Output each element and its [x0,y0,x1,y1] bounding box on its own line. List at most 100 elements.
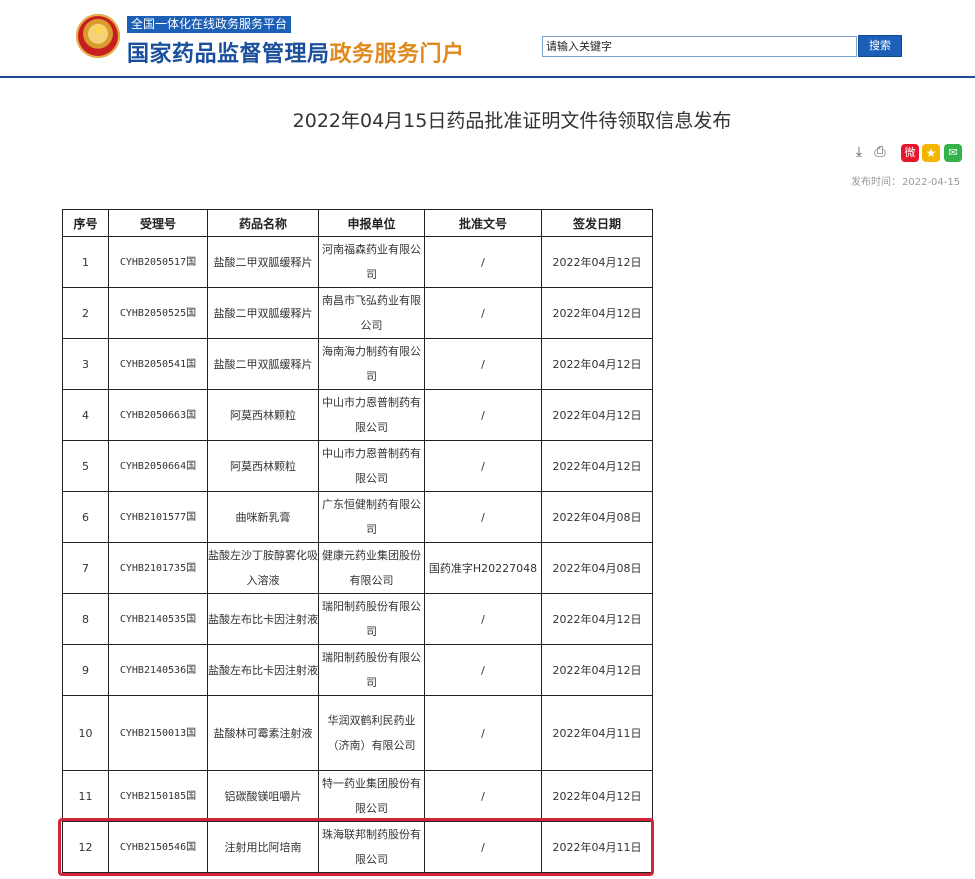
cell-approval-no: 国药准字H20227048 [424,542,542,594]
cell-seq: 6 [62,491,109,543]
table-row: 9 CYHB2140536国 盐酸左布比卡因注射液 瑞阳制药股份有限公司/2022年0… [62,644,653,696]
portal-tag[interactable]: 全国一体化在线政务服务平台 [127,16,292,33]
header-accept-no: 受理号 [108,209,208,237]
cell-applicant: 河南福森药业有限公司 [318,236,425,288]
cell-accept-no: CYHB2101577国 [108,491,208,543]
cell-issue-date: 2022年04月12日 [541,338,653,390]
table-header-row: 序号 受理号 药品名称 申报单位 批准文号 签发日期 [62,209,653,237]
site-title-part2: 政务服务门户 [329,42,465,67]
cell-accept-no: CYHB2050664国 [108,440,208,492]
cell-issue-date: 2022年04月12日 [541,236,653,288]
cell-issue-date: 2022年04月12日 [541,389,653,441]
cell-drug-name: 阿莫西林颗粒 [207,389,319,441]
cell-approval-no: / [424,236,542,288]
cell-drug-name: 盐酸左布比卡因注射液 [207,644,319,696]
table-row: 1 CYHB2050517国 盐酸二甲双胍缓释片 河南福森药业有限公司/2022年04… [62,236,653,288]
cell-seq: 7 [62,542,109,594]
cell-accept-no: CYHB2050525国 [108,287,208,339]
cell-applicant: 中山市力恩普制药有限公司 [318,440,425,492]
cell-issue-date: 2022年04月12日 [541,644,653,696]
header-divider [0,76,975,78]
download-icon[interactable]: ⤓ [851,144,867,160]
header-approval-no: 批准文号 [424,209,542,237]
cell-approval-no: / [424,440,542,492]
publish-time: 发布时间：2022-04-15 [851,173,960,188]
table-row: 8 CYHB2140535国 盐酸左布比卡因注射液 瑞阳制药股份有限公司/2022年0… [62,593,653,645]
cell-approval-no: / [424,644,542,696]
table-body: 1 CYHB2050517国 盐酸二甲双胍缓释片 河南福森药业有限公司/2022年04… [62,236,653,873]
cell-drug-name: 阿莫西林颗粒 [207,440,319,492]
cell-accept-no: CYHB2150013国 [108,695,208,771]
highlight-box [58,818,654,876]
cell-drug-name: 盐酸二甲双胍缓释片 [207,338,319,390]
cell-seq: 8 [62,593,109,645]
cell-approval-no: / [424,338,542,390]
cell-drug-name: 盐酸二甲双胍缓释片 [207,287,319,339]
cell-issue-date: 2022年04月12日 [541,770,653,822]
cell-accept-no: CYHB2050541国 [108,338,208,390]
cell-issue-date: 2022年04月08日 [541,491,653,543]
page-title: 2022年04月15日药品批准证明文件待领取信息发布 [292,110,732,132]
cell-applicant: 广东恒健制药有限公司 [318,491,425,543]
wechat-share-icon[interactable]: ✉ [944,144,962,162]
search-button[interactable]: 搜索 [858,35,902,57]
cell-accept-no: CYHB2050663国 [108,389,208,441]
cell-issue-date: 2022年04月12日 [541,287,653,339]
cell-approval-no: / [424,287,542,339]
cell-seq: 11 [62,770,109,822]
cell-drug-name: 盐酸左沙丁胺醇雾化吸入溶液 [207,542,319,594]
cell-drug-name: 曲咪新乳膏 [207,491,319,543]
cell-approval-no: / [424,593,542,645]
cell-seq: 1 [62,236,109,288]
cell-applicant: 海南海力制药有限公司 [318,338,425,390]
cell-approval-no: / [424,389,542,441]
cell-seq: 9 [62,644,109,696]
cell-applicant: 健康元药业集团股份有限公司 [318,542,425,594]
table-row: 5 CYHB2050664国 阿莫西林颗粒 中山市力恩普制药有限公司/2022年04月… [62,440,653,492]
cell-approval-no: / [424,770,542,822]
weibo-share-icon[interactable]: 微 [901,144,919,162]
cell-applicant: 南昌市飞弘药业有限公司 [318,287,425,339]
table-row: 3 CYHB2050541国 盐酸二甲双胍缓释片 海南海力制药有限公司/2022年04… [62,338,653,390]
cell-seq: 2 [62,287,109,339]
cell-accept-no: CYHB2150185国 [108,770,208,822]
header-issue-date: 签发日期 [541,209,653,237]
cell-issue-date: 2022年04月08日 [541,542,653,594]
site-title[interactable]: 国家药品监督管理局政务服务门户 [127,36,465,68]
cell-drug-name: 盐酸林可霉素注射液 [207,695,319,771]
cell-accept-no: CYHB2140535国 [108,593,208,645]
cell-issue-date: 2022年04月12日 [541,593,653,645]
cell-drug-name: 盐酸二甲双胍缓释片 [207,236,319,288]
approval-table: 序号 受理号 药品名称 申报单位 批准文号 签发日期 1 CYHB2050517国… [62,209,653,873]
header-drug-name: 药品名称 [207,209,319,237]
table-row: 10 CYHB2150013国 盐酸林可霉素注射液 华润双鹤利民药业（济南）有限公司 /… [62,695,653,771]
header-applicant: 申报单位 [318,209,425,237]
cell-seq: 10 [62,695,109,771]
table-row: 7 CYHB2101735国 盐酸左沙丁胺醇雾化吸入溶液 健康元药业集团股份有限公司国… [62,542,653,594]
cell-accept-no: CYHB2101735国 [108,542,208,594]
search-input[interactable]: 请输入关键字 [542,36,857,57]
qzone-share-icon[interactable]: ★ [922,144,940,162]
emblem-star-icon: ★ [90,20,106,39]
table-row: 2 CYHB2050525国 盐酸二甲双胍缓释片 南昌市飞弘药业有限公司/2022年0… [62,287,653,339]
cell-accept-no: CYHB2140536国 [108,644,208,696]
cell-seq: 3 [62,338,109,390]
cell-drug-name: 盐酸左布比卡因注射液 [207,593,319,645]
table-row: 6 CYHB2101577国 曲咪新乳膏 广东恒健制药有限公司/2022年04月08日 [62,491,653,543]
cell-applicant: 华润双鹤利民药业（济南）有限公司 [318,695,425,771]
cell-applicant: 中山市力恩普制药有限公司 [318,389,425,441]
publish-time-value: 2022-04-15 [902,177,961,188]
cell-drug-name: 铝碳酸镁咀嚼片 [207,770,319,822]
cell-issue-date: 2022年04月12日 [541,440,653,492]
site-title-part1: 国家药品监督管理局 [127,42,330,67]
cell-approval-no: / [424,491,542,543]
cell-seq: 5 [62,440,109,492]
cell-issue-date: 2022年04月11日 [541,695,653,771]
publish-time-label: 发布时间： [851,177,901,188]
cell-applicant: 特一药业集团股份有限公司 [318,770,425,822]
cell-applicant: 瑞阳制药股份有限公司 [318,593,425,645]
table-row: 11 CYHB2150185国 铝碳酸镁咀嚼片 特一药业集团股份有限公司/2022年0… [62,770,653,822]
site-header: ★ 全国一体化在线政务服务平台 国家药品监督管理局政务服务门户 请输入关键字 搜… [0,0,975,76]
table-row: 4 CYHB2050663国 阿莫西林颗粒 中山市力恩普制药有限公司/2022年04月… [62,389,653,441]
print-icon[interactable]: ⎙ [872,144,888,160]
